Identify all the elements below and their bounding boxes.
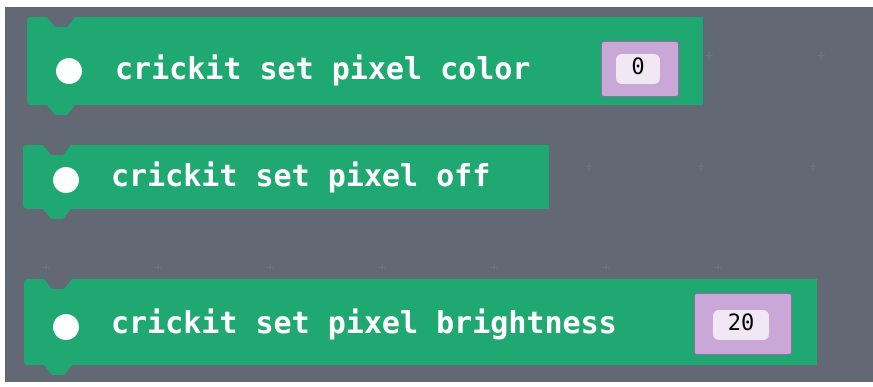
value-slot: 20	[694, 293, 792, 355]
white-dot-icon	[53, 314, 79, 340]
grid-mark: +	[602, 260, 611, 276]
block-label: crickit set pixel off	[111, 159, 491, 194]
block-label: crickit set pixel brightness	[111, 306, 617, 341]
grid-mark: +	[378, 260, 387, 276]
grid-mark: +	[154, 260, 163, 276]
blocks-workspace[interactable]: + + + + + + + + + + + + crickit set pixe…	[5, 7, 873, 382]
grid-mark: +	[42, 260, 51, 276]
value-slot: 0	[601, 41, 679, 97]
grid-mark: +	[817, 48, 826, 64]
brightness-value-input[interactable]: 20	[713, 310, 769, 340]
grid-mark: +	[266, 260, 275, 276]
white-dot-icon	[53, 167, 79, 193]
grid-mark: +	[585, 159, 594, 175]
color-value-input[interactable]: 0	[616, 54, 660, 84]
grid-mark: +	[490, 260, 499, 276]
grid-mark: +	[714, 260, 723, 276]
block-label: crickit set pixel color	[115, 52, 531, 87]
grid-mark: +	[697, 159, 706, 175]
grid-mark: +	[809, 159, 818, 175]
white-dot-icon	[56, 58, 82, 84]
